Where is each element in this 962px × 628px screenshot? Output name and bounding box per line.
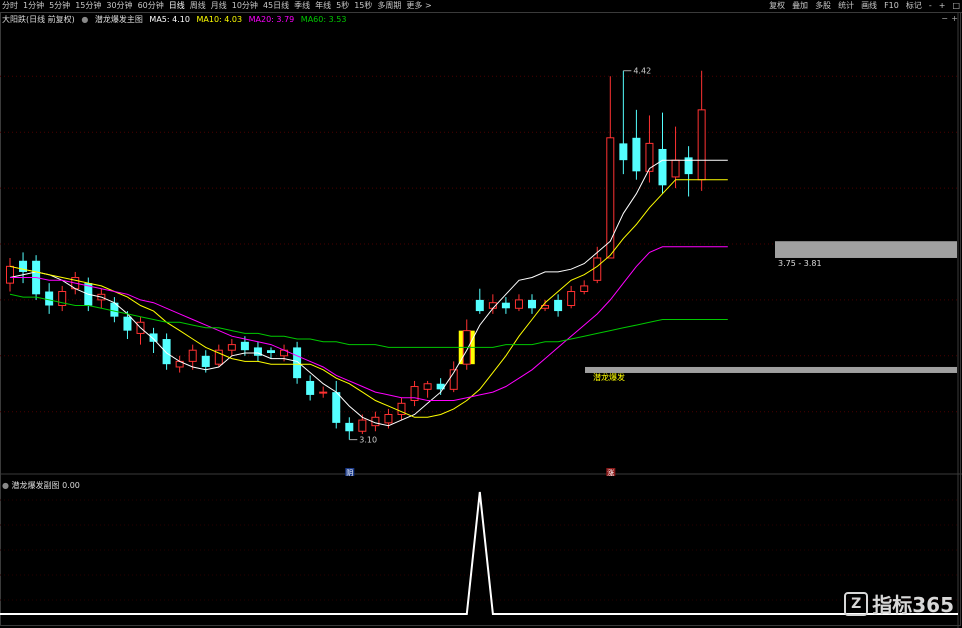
candle bbox=[501, 302, 510, 309]
candle bbox=[45, 291, 54, 306]
candle bbox=[306, 380, 315, 395]
candle bbox=[345, 422, 354, 432]
candle bbox=[6, 265, 14, 284]
candle bbox=[162, 339, 171, 365]
candle bbox=[554, 299, 563, 312]
signal-label: 潜龙爆发 bbox=[593, 372, 625, 382]
candle bbox=[123, 316, 132, 331]
chart-canvas[interactable]: 4.42 3.10 3.75 - 3.81 潜龙爆发阴 涨 bbox=[0, 0, 962, 628]
candle bbox=[149, 333, 158, 342]
candle bbox=[332, 392, 341, 423]
candle bbox=[593, 257, 602, 281]
sub-indicator-line bbox=[0, 491, 958, 615]
candle bbox=[293, 347, 302, 379]
candle bbox=[528, 299, 536, 309]
candle bbox=[580, 285, 589, 293]
candle bbox=[240, 341, 249, 351]
zone-range-label: 3.75 - 3.81 bbox=[778, 259, 822, 268]
candle bbox=[606, 137, 615, 259]
candle bbox=[658, 148, 667, 186]
candle bbox=[358, 419, 367, 432]
candle bbox=[188, 349, 197, 362]
candle bbox=[475, 299, 484, 312]
candle bbox=[567, 291, 576, 306]
candle bbox=[319, 391, 328, 394]
candle bbox=[384, 413, 393, 424]
low-price-label: 3.10 bbox=[359, 436, 377, 445]
candle bbox=[201, 355, 210, 367]
ma60-line bbox=[9, 293, 728, 348]
brand-text: 指标365 bbox=[872, 593, 954, 617]
candle bbox=[697, 109, 706, 181]
candle bbox=[227, 344, 236, 351]
candle bbox=[619, 143, 628, 161]
brand-logo-icon: Z bbox=[844, 591, 869, 616]
low-marker: 阴 bbox=[346, 468, 353, 477]
price-zone-1 bbox=[585, 366, 957, 373]
watermark: Z 指标365 bbox=[844, 589, 954, 618]
candle bbox=[671, 159, 680, 178]
candle bbox=[632, 137, 641, 172]
price-zone-0 bbox=[775, 241, 957, 258]
chart-frame bbox=[0, 12, 961, 626]
candle bbox=[423, 383, 432, 390]
candle bbox=[514, 299, 523, 309]
candle bbox=[267, 350, 275, 353]
high-price-label: 4.42 bbox=[633, 67, 651, 76]
limit-up-marker: 涨 bbox=[607, 468, 614, 477]
